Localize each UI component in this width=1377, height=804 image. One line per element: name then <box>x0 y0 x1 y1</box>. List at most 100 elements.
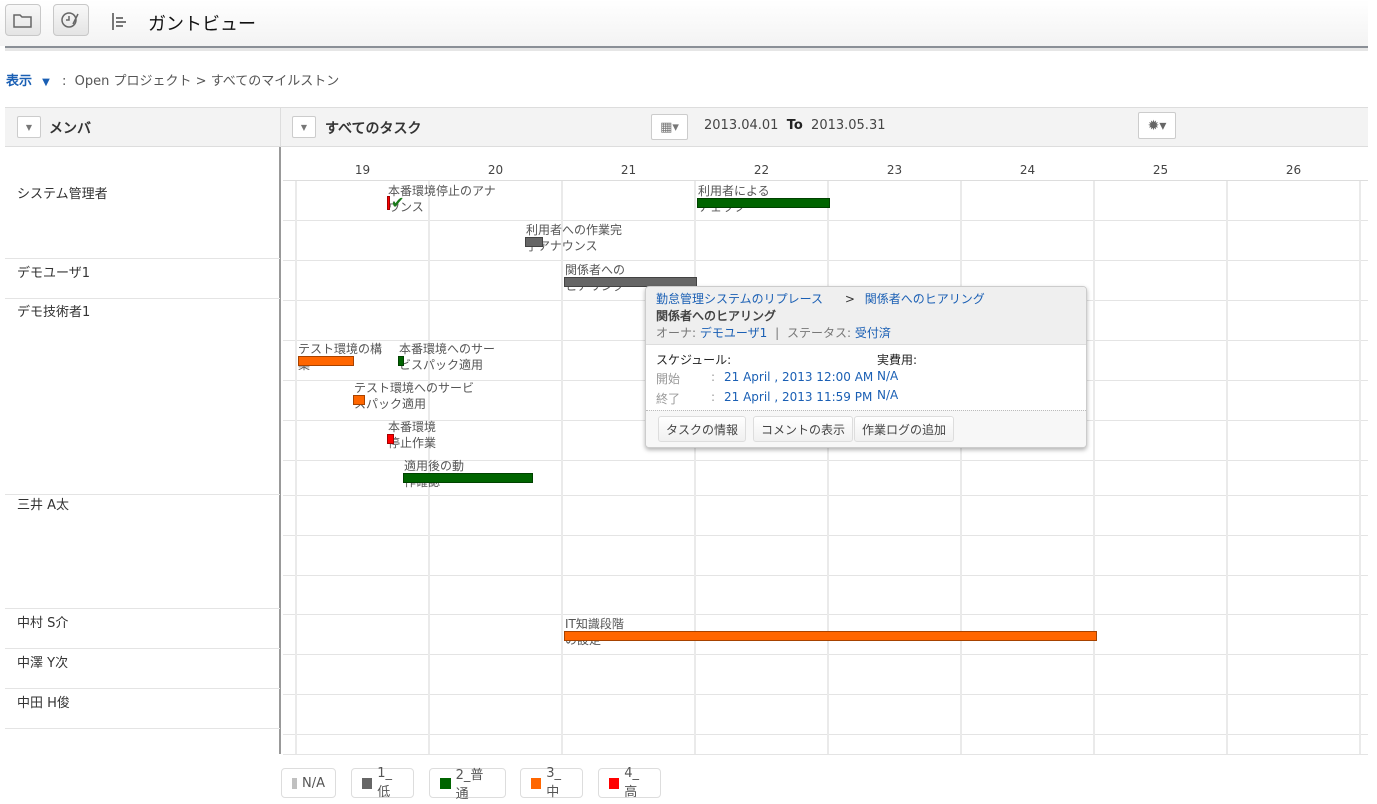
grid-row-line <box>283 260 1368 261</box>
member-row: デモユーザ1 <box>17 266 91 281</box>
legend-item[interactable]: 4_高 <box>598 766 661 800</box>
day-label: 25 <box>1152 163 1169 177</box>
grid-column-line <box>827 181 829 754</box>
view-menu[interactable]: 表示 <box>6 74 32 89</box>
date-range: 2013.04.01 To 2013.05.31 <box>704 118 885 133</box>
grid-row-line <box>283 575 1368 576</box>
grid-column-line <box>694 181 696 754</box>
task-tooltip: 勤怠管理システムのリプレース > 関係者へのヒアリング 関係者へのヒアリング オ… <box>645 286 1087 448</box>
task-filter-dropdown[interactable]: ▼ <box>292 116 316 138</box>
separator: : <box>711 370 716 384</box>
row-divider <box>5 728 280 729</box>
row-divider <box>5 688 280 689</box>
task-bar[interactable] <box>525 237 543 247</box>
grid-row-line <box>283 220 1368 221</box>
check-icon: ✔ <box>391 193 405 212</box>
separator: : <box>62 74 67 89</box>
chevron-down-icon[interactable]: ▼ <box>42 77 50 88</box>
status-label: ステータス: <box>786 326 852 340</box>
grid-row-line <box>283 535 1368 536</box>
legend-item[interactable]: N/A <box>281 768 336 798</box>
grid-row-line <box>283 654 1368 655</box>
tooltip-project-link[interactable]: 勤怠管理システムのリプレース <box>656 292 823 306</box>
time-edit-button[interactable] <box>53 4 89 36</box>
separator: | <box>775 326 780 340</box>
day-label: 20 <box>487 163 504 177</box>
date-from: 2013.04.01 <box>704 118 779 133</box>
legend-swatch <box>609 777 620 789</box>
breadcrumb: 表示 ▼ : Open プロジェクト > すべてのマイルストン <box>6 70 339 89</box>
breadcrumb-milestone[interactable]: すべてのマイルストン <box>211 74 340 89</box>
start-cost: N/A <box>877 369 899 383</box>
legend-item[interactable]: 3_中 <box>520 766 583 800</box>
grid-column-line <box>1226 181 1228 754</box>
member-filter-dropdown[interactable]: ▼ <box>17 116 41 138</box>
day-label: 24 <box>1019 163 1036 177</box>
separator: : <box>711 390 716 404</box>
status-value: 受付済 <box>854 326 891 340</box>
grid-column-line <box>1093 181 1095 754</box>
separator: > <box>844 292 855 306</box>
legend-swatch <box>292 777 297 789</box>
end-value: 21 April , 2013 11:59 PM <box>724 390 873 404</box>
legend-swatch <box>362 777 373 789</box>
member-filter-label: メンバ <box>49 121 91 137</box>
legend-item[interactable]: 2_普通 <box>429 768 506 802</box>
grid-row-line <box>283 614 1368 615</box>
add-worklog-button[interactable]: 作業ログの追加 <box>854 416 955 442</box>
grid-row-line <box>283 754 1368 755</box>
date-divider <box>283 180 1368 181</box>
folder-icon <box>13 14 32 28</box>
task-bar[interactable] <box>697 198 830 208</box>
member-row: 中村 S介 <box>17 616 69 631</box>
member-row: システム管理者 <box>17 187 108 202</box>
clock-pencil-icon <box>61 12 79 28</box>
task-label: 本番環境停止作業 <box>388 420 437 450</box>
task-bar[interactable] <box>398 356 404 366</box>
day-label: 23 <box>886 163 903 177</box>
grid-column-line <box>295 181 297 754</box>
legend-item[interactable]: 1_低 <box>351 766 414 800</box>
row-divider <box>5 648 280 649</box>
tooltip-task-link[interactable]: 関係者へのヒアリング <box>865 292 985 306</box>
grid-row-line <box>283 495 1368 496</box>
owner-link[interactable]: デモユーザ1 <box>700 326 767 340</box>
cost-label: 実費用: <box>877 353 918 367</box>
day-label: 26 <box>1285 163 1302 177</box>
row-divider <box>5 298 280 299</box>
owner-label: オーナ: <box>656 326 697 340</box>
grid-row-line <box>283 694 1368 695</box>
open-folder-button[interactable] <box>5 4 41 36</box>
task-bar[interactable] <box>353 395 365 405</box>
grid-column-line <box>1359 181 1361 754</box>
legend-label: 2_普通 <box>455 768 484 802</box>
legend-label: 4_高 <box>624 766 639 800</box>
member-row: 三井 A太 <box>17 498 70 513</box>
task-bar[interactable] <box>387 196 390 210</box>
legend-label: N/A <box>302 775 325 791</box>
task-label: 本番環境停止のアナウンス <box>388 184 496 214</box>
calendar-icon: ▦▾ <box>660 119 679 135</box>
task-label: テスト環境へのサービスパック適用 <box>354 381 475 411</box>
row-divider <box>5 608 280 609</box>
calendar-button[interactable]: ▦▾ <box>651 114 688 140</box>
task-bar[interactable] <box>387 434 394 444</box>
task-bar[interactable] <box>298 356 354 366</box>
task-bar[interactable] <box>564 631 1097 641</box>
legend-swatch <box>531 777 542 789</box>
task-filter-label: すべてのタスク <box>325 121 422 137</box>
row-divider <box>5 258 280 259</box>
tooltip-title: 関係者へのヒアリング <box>656 309 777 323</box>
gantt-icon <box>112 13 126 30</box>
legend-swatch <box>440 777 451 789</box>
task-info-button[interactable]: タスクの情報 <box>658 416 747 442</box>
grid-column-line <box>561 181 563 754</box>
breadcrumb-project[interactable]: Open プロジェクト <box>75 74 192 89</box>
task-bar[interactable] <box>403 473 533 483</box>
legend-label: 1_低 <box>377 766 392 800</box>
legend-label: 3_中 <box>546 766 561 800</box>
settings-button[interactable]: ✹▾ <box>1138 112 1176 139</box>
end-label: 終了 <box>656 392 681 406</box>
day-label: 22 <box>753 163 770 177</box>
show-comments-button[interactable]: コメントの表示 <box>753 416 854 442</box>
